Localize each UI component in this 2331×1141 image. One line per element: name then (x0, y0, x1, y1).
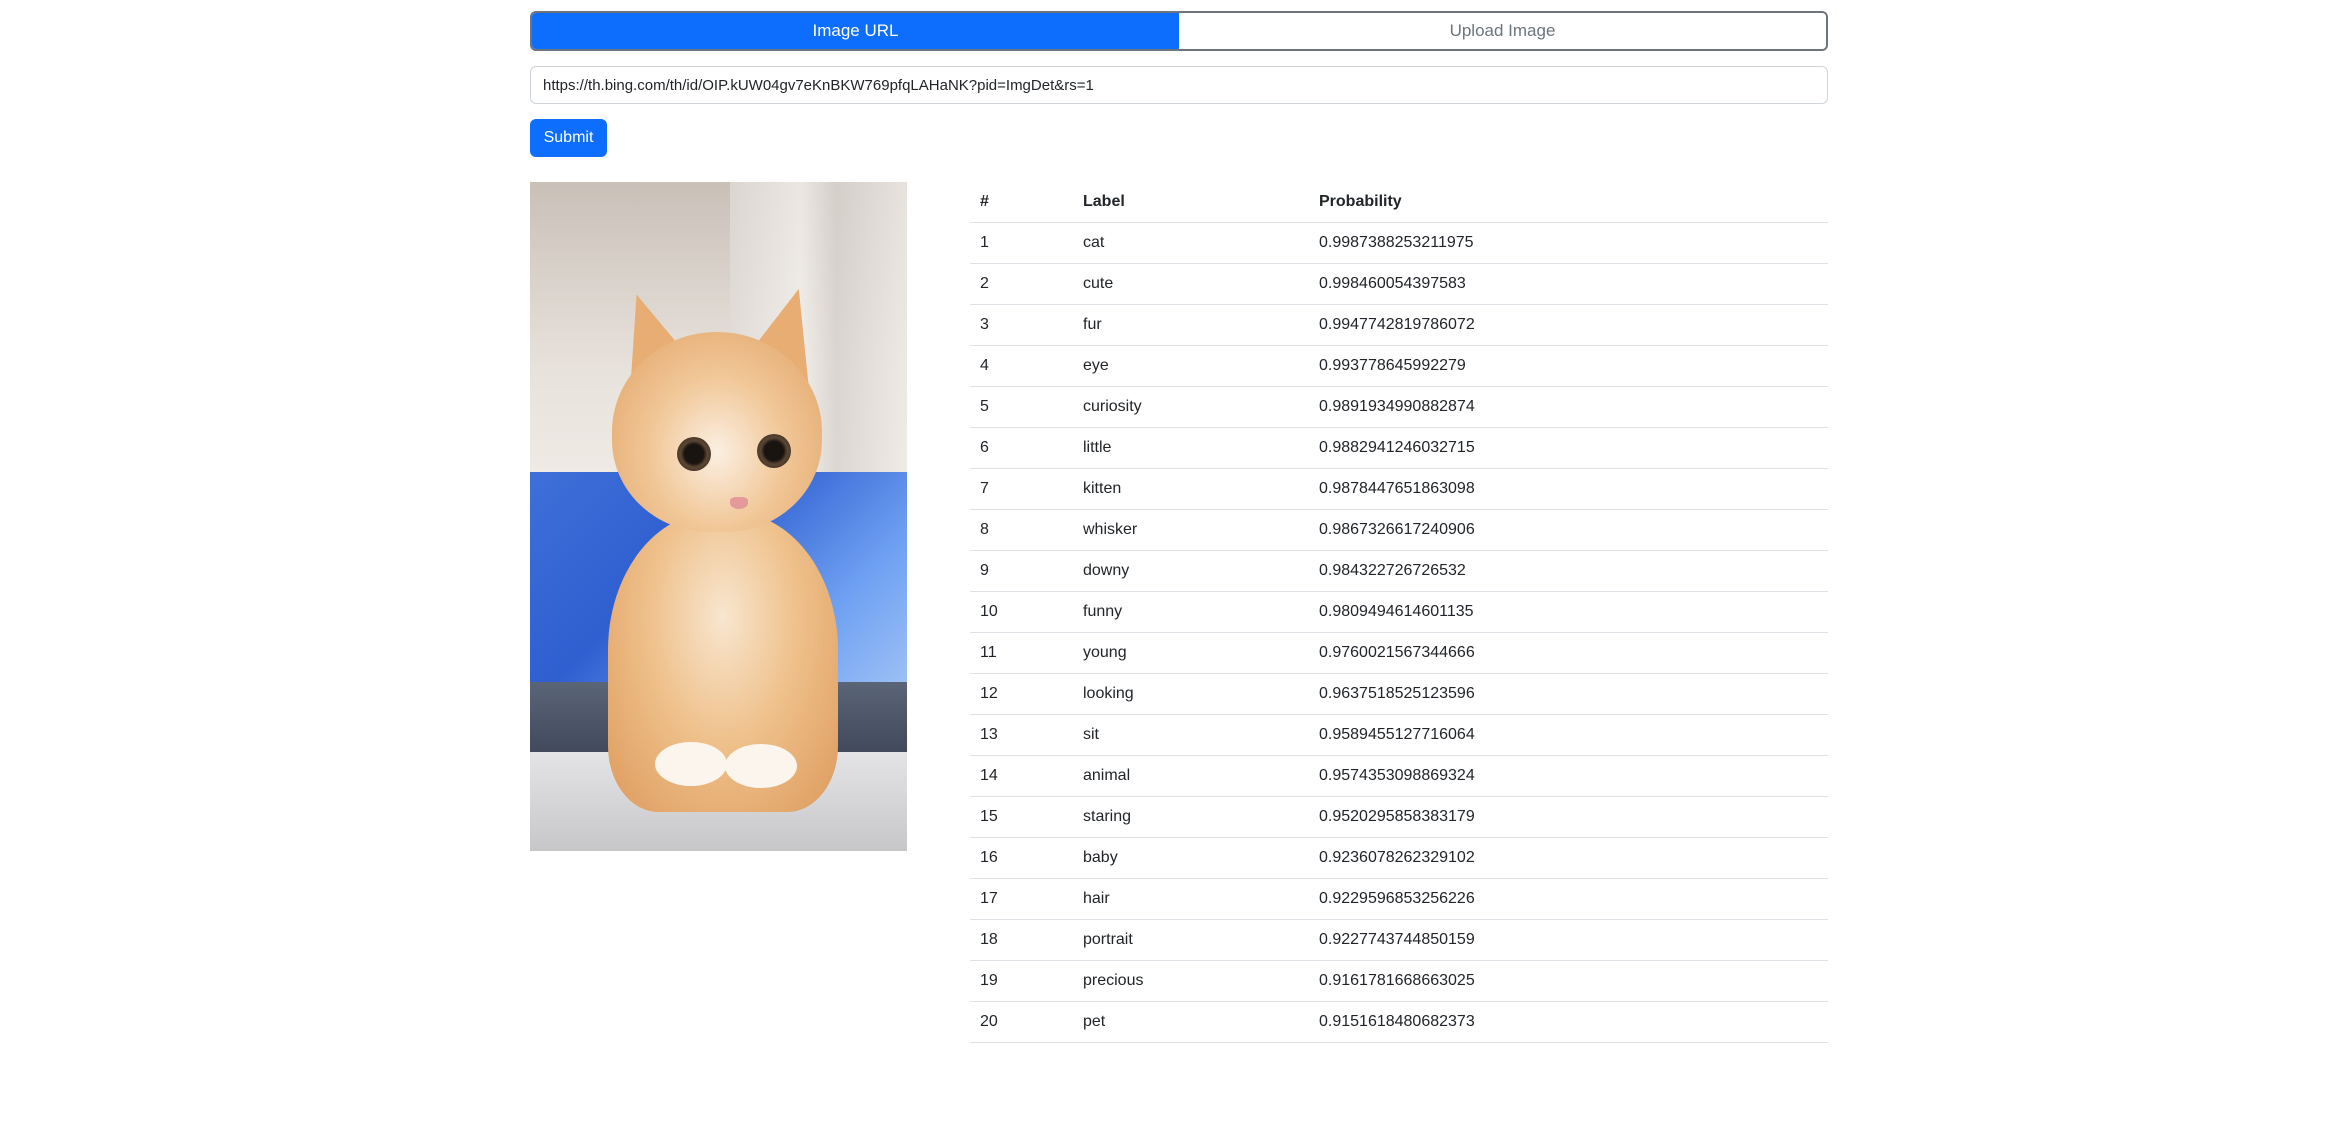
table-row: 7 kitten 0.9878447651863098 (970, 468, 1828, 510)
row-probability: 0.9161781668663025 (1309, 960, 1828, 1002)
row-number: 20 (970, 1001, 1073, 1043)
row-label: young (1073, 632, 1309, 674)
table-row: 19 precious 0.9161781668663025 (970, 960, 1828, 1002)
kitten-paw-left (655, 742, 727, 786)
row-label: animal (1073, 755, 1309, 797)
row-probability: 0.9589455127716064 (1309, 714, 1828, 756)
kitten-head (612, 332, 822, 532)
row-number: 13 (970, 714, 1073, 756)
row-number: 11 (970, 632, 1073, 674)
row-probability: 0.9227743744850159 (1309, 919, 1828, 961)
row-number: 5 (970, 386, 1073, 428)
row-number: 8 (970, 509, 1073, 551)
row-probability: 0.9520295858383179 (1309, 796, 1828, 838)
row-number: 16 (970, 837, 1073, 879)
table-row: 20 pet 0.9151618480682373 (970, 1001, 1828, 1043)
row-label: whisker (1073, 509, 1309, 551)
row-number: 15 (970, 796, 1073, 838)
row-label: curiosity (1073, 386, 1309, 428)
row-number: 17 (970, 878, 1073, 920)
header-probability: Probability (1309, 182, 1828, 223)
row-probability: 0.9882941246032715 (1309, 427, 1828, 469)
image-url-input[interactable] (530, 66, 1828, 104)
table-row: 16 baby 0.9236078262329102 (970, 837, 1828, 879)
row-label: eye (1073, 345, 1309, 387)
table-row: 18 portrait 0.9227743744850159 (970, 919, 1828, 961)
table-row: 8 whisker 0.9867326617240906 (970, 509, 1828, 551)
kitten-eye-right (757, 434, 791, 468)
table-row: 2 cute 0.998460054397583 (970, 263, 1828, 305)
row-number: 3 (970, 304, 1073, 346)
table-row: 13 sit 0.9589455127716064 (970, 714, 1828, 756)
row-probability: 0.9151618480682373 (1309, 1001, 1828, 1043)
row-probability: 0.993778645992279 (1309, 345, 1828, 387)
row-number: 10 (970, 591, 1073, 633)
row-probability: 0.9760021567344666 (1309, 632, 1828, 674)
table-row: 14 animal 0.9574353098869324 (970, 755, 1828, 797)
row-label: hair (1073, 878, 1309, 920)
row-label: staring (1073, 796, 1309, 838)
row-label: kitten (1073, 468, 1309, 510)
results-table: # Label Probability 1 cat 0.99873882532119… (970, 182, 1828, 1043)
row-probability: 0.9987388253211975 (1309, 222, 1828, 264)
kitten-nose (730, 497, 748, 509)
row-number: 1 (970, 222, 1073, 264)
row-label: sit (1073, 714, 1309, 756)
table-row: 15 staring 0.9520295858383179 (970, 796, 1828, 838)
row-probability: 0.984322726726532 (1309, 550, 1828, 592)
row-number: 7 (970, 468, 1073, 510)
row-probability: 0.9891934990882874 (1309, 386, 1828, 428)
row-probability: 0.9236078262329102 (1309, 837, 1828, 879)
table-row: 11 young 0.9760021567344666 (970, 632, 1828, 674)
header-number: # (970, 182, 1073, 223)
row-label: precious (1073, 960, 1309, 1002)
row-probability: 0.9867326617240906 (1309, 509, 1828, 551)
table-row: 12 looking 0.9637518525123596 (970, 673, 1828, 715)
table-row: 17 hair 0.9229596853256226 (970, 878, 1828, 920)
row-label: portrait (1073, 919, 1309, 961)
table-row: 4 eye 0.993778645992279 (970, 345, 1828, 387)
row-probability: 0.998460054397583 (1309, 263, 1828, 305)
row-label: cat (1073, 222, 1309, 264)
row-number: 4 (970, 345, 1073, 387)
row-label: funny (1073, 591, 1309, 633)
row-number: 19 (970, 960, 1073, 1002)
row-probability: 0.9637518525123596 (1309, 673, 1828, 715)
source-tab-group: Image URL Upload Image (530, 11, 1828, 51)
row-label: baby (1073, 837, 1309, 879)
table-row: 10 funny 0.9809494614601135 (970, 591, 1828, 633)
row-label: little (1073, 427, 1309, 469)
submit-button[interactable]: Submit (530, 119, 607, 157)
row-probability: 0.9947742819786072 (1309, 304, 1828, 346)
row-probability: 0.9809494614601135 (1309, 591, 1828, 633)
row-probability: 0.9229596853256226 (1309, 878, 1828, 920)
tab-upload-image[interactable]: Upload Image (1179, 13, 1826, 49)
preview-image (530, 182, 907, 851)
row-number: 2 (970, 263, 1073, 305)
row-number: 9 (970, 550, 1073, 592)
tab-image-url[interactable]: Image URL (532, 13, 1179, 49)
kitten-paw-right (725, 744, 797, 788)
row-probability: 0.9574353098869324 (1309, 755, 1828, 797)
results-body: 1 cat 0.9987388253211975 2 cute 0.99846005439… (970, 222, 1828, 1043)
row-probability: 0.9878447651863098 (1309, 468, 1828, 510)
table-row: 1 cat 0.9987388253211975 (970, 222, 1828, 264)
row-number: 12 (970, 673, 1073, 715)
row-label: fur (1073, 304, 1309, 346)
row-number: 18 (970, 919, 1073, 961)
row-number: 6 (970, 427, 1073, 469)
table-header-row: # Label Probability (970, 182, 1828, 223)
table-row: 5 curiosity 0.9891934990882874 (970, 386, 1828, 428)
table-row: 9 downy 0.984322726726532 (970, 550, 1828, 592)
table-row: 3 fur 0.9947742819786072 (970, 304, 1828, 346)
row-label: looking (1073, 673, 1309, 715)
header-label: Label (1073, 182, 1309, 223)
kitten-eye-left (677, 437, 711, 471)
row-label: cute (1073, 263, 1309, 305)
row-label: pet (1073, 1001, 1309, 1043)
row-label: downy (1073, 550, 1309, 592)
row-number: 14 (970, 755, 1073, 797)
table-row: 6 little 0.9882941246032715 (970, 427, 1828, 469)
